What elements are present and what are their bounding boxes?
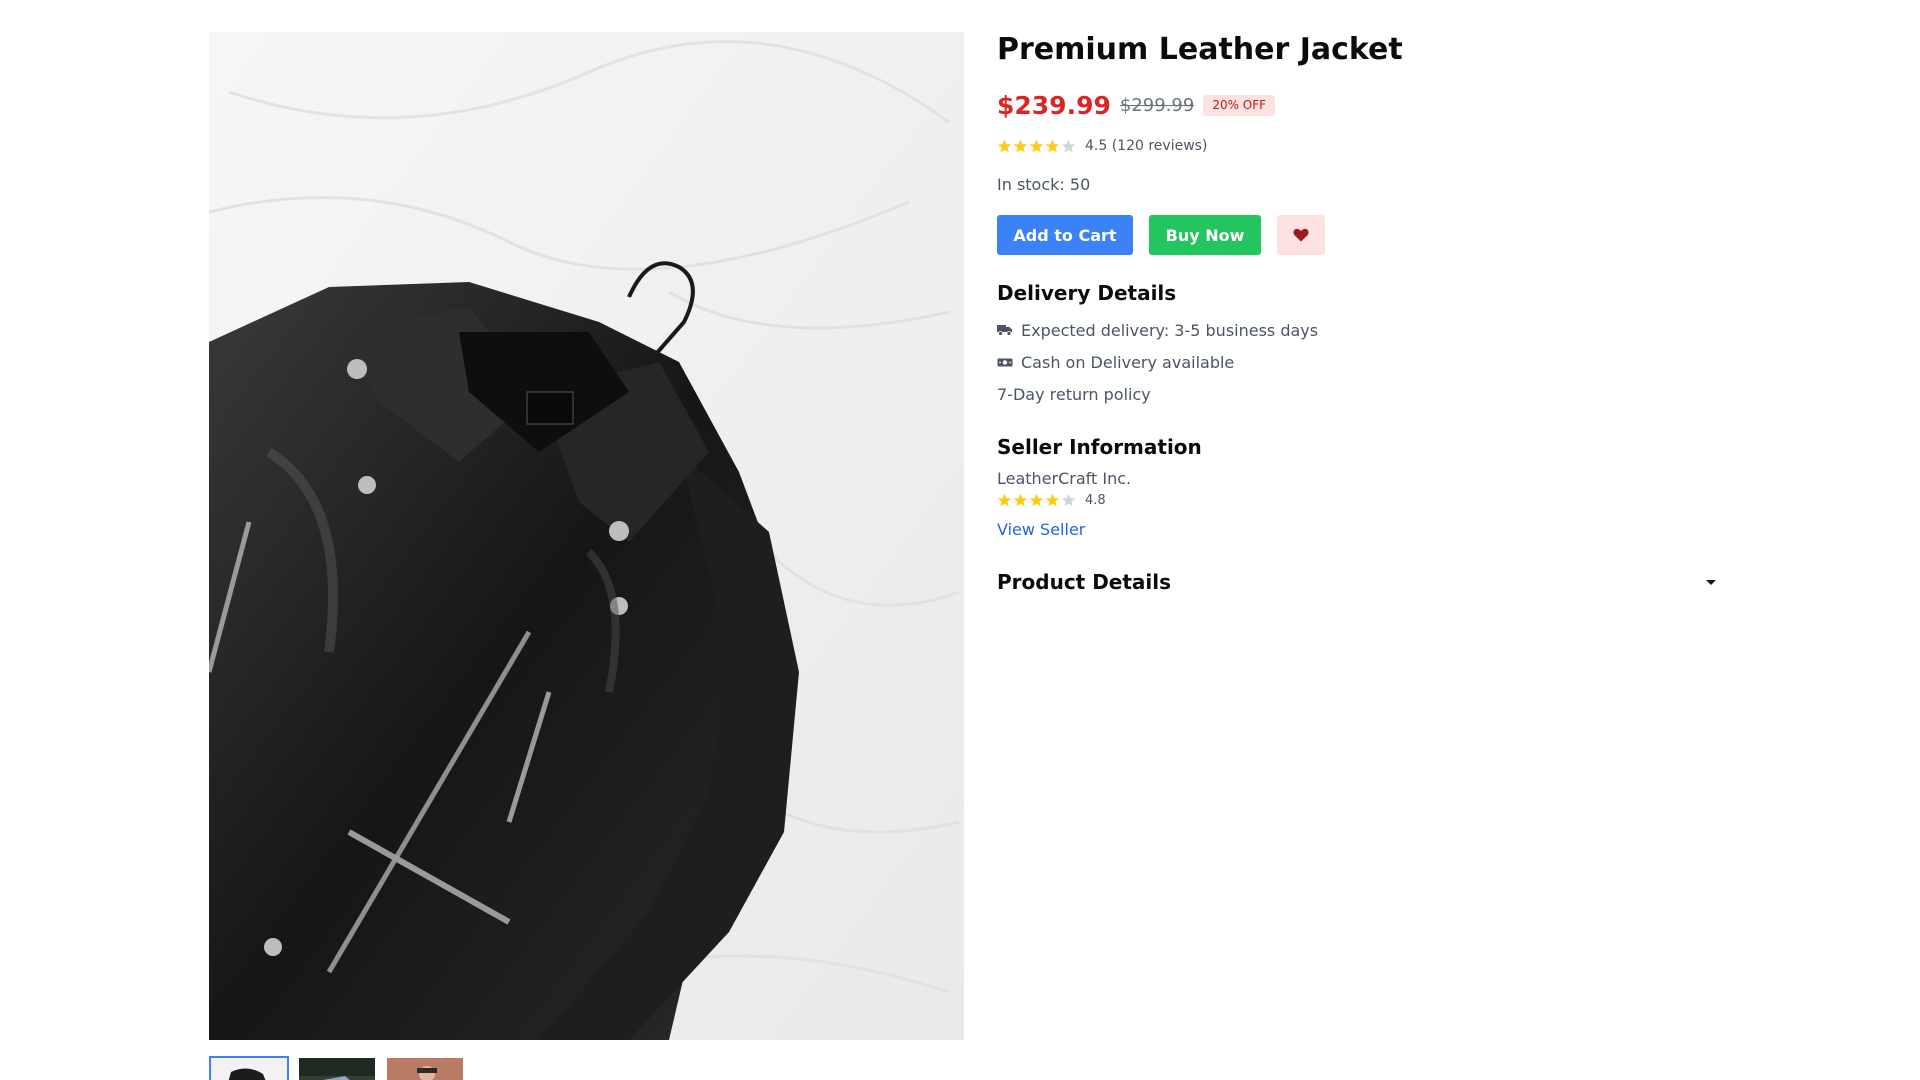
product-main-image[interactable]: [209, 32, 964, 1040]
original-price: $299.99: [1119, 94, 1195, 116]
product-title: Premium Leather Jacket: [997, 32, 1403, 67]
star-filled-icon: [1029, 139, 1044, 152]
buy-now-button[interactable]: Buy Now: [1149, 215, 1261, 255]
jacket-outdoor-thumbnail-image: [299, 1058, 375, 1080]
star-filled-icon: [1013, 139, 1028, 152]
delivery-item-text: 7-Day return policy: [997, 384, 1151, 404]
delivery-title: Delivery Details: [997, 281, 1177, 305]
add-to-cart-button[interactable]: Add to Cart: [997, 215, 1133, 255]
star-filled-icon: [1029, 493, 1044, 506]
wishlist-button[interactable]: [1277, 215, 1325, 255]
product-details-title: Product Details: [997, 570, 1172, 594]
star-filled-icon: [1013, 493, 1028, 506]
delivery-item-expected: Expected delivery: 3-5 business days: [997, 314, 1717, 346]
seller-title: Seller Information: [997, 435, 1202, 459]
action-buttons: Add to Cart Buy Now: [997, 215, 1717, 255]
seller-name: LeatherCraft Inc.: [997, 469, 1132, 488]
seller-star-rating: [997, 493, 1076, 508]
price-row: $239.99 $299.99 20% OFF: [997, 88, 1717, 122]
leather-jacket-thumbnail-image: [211, 1058, 287, 1080]
star-rating: [997, 139, 1076, 154]
product-details-toggle[interactable]: Product Details: [997, 569, 1720, 595]
current-price: $239.99: [997, 90, 1111, 120]
product-info: Premium Leather Jacket $239.99 $299.99 2…: [997, 30, 1717, 595]
star-filled-icon: [997, 493, 1012, 506]
thumbnail-3[interactable]: [385, 1056, 465, 1080]
star-empty-icon: [1061, 139, 1076, 152]
star-filled-icon: [1045, 493, 1060, 506]
view-seller-link[interactable]: View Seller: [997, 520, 1085, 539]
rating-text: 4.5 (120 reviews): [1085, 138, 1208, 154]
person-wearing-jacket-thumbnail-image: [387, 1058, 463, 1080]
product-rating[interactable]: 4.5 (120 reviews): [997, 137, 1717, 155]
chevron-down-icon: [1706, 579, 1716, 585]
star-filled-icon: [997, 139, 1012, 152]
star-empty-icon: [1061, 493, 1076, 506]
cash-icon: [997, 355, 1013, 369]
thumbnail-1[interactable]: [209, 1056, 289, 1080]
product-gallery: [209, 32, 964, 1080]
delivery-list: Expected delivery: 3-5 business days Cas…: [997, 314, 1717, 410]
stock-status: In stock: 50: [997, 175, 1091, 194]
delivery-item-returns: 7-Day return policy: [997, 378, 1717, 410]
delivery-section: Delivery Details Expected delivery: 3-5 …: [997, 280, 1717, 410]
seller-section: Seller Information LeatherCraft Inc. 4.8…: [997, 434, 1717, 539]
seller-rating-text: 4.8: [1085, 492, 1106, 508]
thumbnail-strip: [209, 1056, 964, 1080]
delivery-item-text: Expected delivery: 3-5 business days: [1021, 320, 1319, 340]
leather-jacket-image: [209, 32, 964, 1040]
thumbnail-2[interactable]: [297, 1056, 377, 1080]
star-filled-icon: [1045, 139, 1060, 152]
seller-rating: 4.8: [997, 492, 1717, 508]
heart-icon: [1293, 228, 1309, 242]
delivery-item-cod: Cash on Delivery available: [997, 346, 1717, 378]
delivery-item-text: Cash on Delivery available: [1021, 352, 1235, 372]
discount-badge: 20% OFF: [1203, 94, 1276, 116]
product-page: Premium Leather Jacket $239.99 $299.99 2…: [0, 0, 1920, 1080]
truck-icon: [997, 323, 1013, 337]
